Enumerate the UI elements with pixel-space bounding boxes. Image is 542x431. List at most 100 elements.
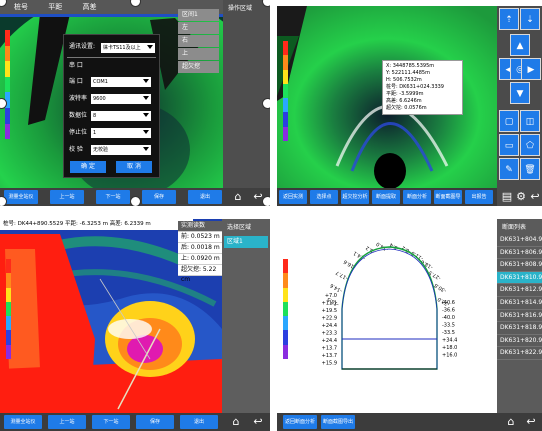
deviation-label: -33.5 xyxy=(442,323,455,329)
comm-settings-dialog: 通讯设置: 徕卡TS11及以上 串 口 端 口 COM1 波特率 9600 数据… xyxy=(63,34,160,178)
region-item-1[interactable]: 区域1 xyxy=(224,236,268,248)
resize-handle[interactable] xyxy=(262,98,270,109)
exit-button[interactable]: 退出 xyxy=(180,415,218,429)
back-arrow-icon[interactable]: ↩ xyxy=(523,414,539,430)
section-list-item[interactable]: DK631+812.9652 xyxy=(497,284,542,297)
height-menu[interactable]: 高差 xyxy=(82,3,96,11)
prev-station-button[interactable]: 上一站 xyxy=(48,415,86,429)
deviation-label: -16.6 xyxy=(343,258,357,270)
parity-label: 校 验 xyxy=(69,146,83,153)
section-list-item[interactable]: DK631+814.9652 xyxy=(497,297,542,310)
stopbits-value: 1 xyxy=(93,130,97,136)
section-list-item[interactable]: DK631+820.9652 xyxy=(497,335,542,348)
arrow-up-icon[interactable]: ▲ xyxy=(510,34,530,56)
port-value: COM1 xyxy=(93,79,108,85)
point-info-popup: X: 3448785.5395m Y: 522111.4485m H: 506.… xyxy=(382,60,463,115)
save-button[interactable]: 保存 xyxy=(142,190,176,204)
export-screenshot-button[interactable]: 断面截图导出 xyxy=(434,190,462,204)
export-screenshot-button[interactable]: 断面截图导出 xyxy=(321,415,355,429)
resize-handle[interactable] xyxy=(130,196,141,206)
color-legend xyxy=(5,30,10,150)
return-measure-button[interactable]: 返回实测 xyxy=(279,190,307,204)
zoom-out-icon[interactable]: ⇣ xyxy=(520,8,540,30)
cube-view-icon[interactable]: ◫ xyxy=(520,110,540,132)
section-list-item[interactable]: DK631+816.9652 xyxy=(497,310,542,323)
info-x: X: 3448785.5395m xyxy=(386,63,435,69)
save-button[interactable]: 保存 xyxy=(136,415,174,429)
chevron-down-icon xyxy=(147,45,153,49)
stopbits-select[interactable]: 1 xyxy=(91,128,151,138)
port-select[interactable]: COM1 xyxy=(91,77,151,87)
trash-icon[interactable]: 🗑 xyxy=(520,158,540,180)
measure-button[interactable]: 测量全站仪 xyxy=(4,415,42,429)
ok-button[interactable]: 确 定 xyxy=(70,161,106,173)
section-list-item[interactable]: DK631+822.9652 xyxy=(497,347,542,360)
distance-menu[interactable]: 平距 xyxy=(48,3,62,11)
color-legend xyxy=(283,41,288,151)
region-item-top[interactable]: 上 xyxy=(178,48,219,60)
deviation-label: +13.7 xyxy=(322,346,337,352)
next-station-button[interactable]: 下一站 xyxy=(92,415,130,429)
info-distance: 平距: -3.5999m xyxy=(386,91,424,97)
section-analysis-button[interactable]: 断面分析 xyxy=(403,190,431,204)
section-list-item[interactable]: DK631+810.9652 xyxy=(497,271,542,285)
operation-side-panel: 操作区域 xyxy=(223,0,270,188)
chevron-down-icon xyxy=(143,96,149,100)
deviation-label: -17.7 xyxy=(335,269,349,281)
report-button[interactable]: 出报告 xyxy=(465,190,493,204)
info-y: Y: 522111.4485m xyxy=(386,70,430,76)
box-select-icon[interactable]: ▢ xyxy=(499,110,519,132)
section-list-item[interactable]: DK631+804.9652 xyxy=(497,234,542,247)
prev-station-button[interactable]: 上一站 xyxy=(50,190,84,204)
return-section-analysis-button[interactable]: 返回断面分析 xyxy=(283,415,317,429)
region-side-panel: 选择区域 区域1 xyxy=(222,219,270,413)
exit-button[interactable]: 退出 xyxy=(188,190,222,204)
baud-select[interactable]: 9600 xyxy=(91,94,151,104)
arrow-down-icon[interactable]: ▼ xyxy=(510,82,530,104)
port-label: 端 口 xyxy=(69,78,83,85)
region-item-overbreak[interactable]: 超欠挖 xyxy=(178,61,219,73)
section-extract-button[interactable]: 断面提取 xyxy=(372,190,400,204)
home-icon[interactable]: ⌂ xyxy=(230,189,246,205)
chevron-down-icon xyxy=(143,147,149,151)
deviation-label: +22.9 xyxy=(322,316,337,322)
polygon-tool-icon[interactable]: ⬠ xyxy=(520,134,540,156)
panel-comm-settings: 桩号 平距 高差 操作区域 区间1 左 右 上 超欠挖 通讯设置: 徕卡TS11… xyxy=(0,0,270,206)
select-point-button[interactable]: 选择点 xyxy=(310,190,338,204)
databits-label: 数据位 xyxy=(69,112,88,119)
section-list-item[interactable]: DK631+818.9652 xyxy=(497,322,542,335)
section-list-item[interactable]: DK631+808.9652 xyxy=(497,259,542,272)
arrow-right-icon[interactable]: ▶ xyxy=(521,58,541,80)
section-list: DK631+804.9652DK631+806.9652DK631+808.96… xyxy=(497,234,542,360)
readings-title: 实测读数 xyxy=(178,221,222,232)
back-arrow-icon[interactable]: ↩ xyxy=(250,414,266,430)
zoom-in-icon[interactable]: ⇡ xyxy=(499,8,519,30)
overbreak-analysis-button[interactable]: 超欠挖分析 xyxy=(341,190,369,204)
back-arrow-icon[interactable]: ↩ xyxy=(527,189,542,205)
readings-box: 实测读数 前: 0.0523 m 后: 0.0018 m 上: 0.0920 m… xyxy=(178,221,222,283)
databits-select[interactable]: 8 xyxy=(91,111,151,121)
region-item-right[interactable]: 右 xyxy=(178,35,219,47)
resize-handle[interactable] xyxy=(0,196,7,206)
side-panel-title: 选择区域 xyxy=(227,224,252,231)
measure-button[interactable]: 测量全站仪 xyxy=(4,190,38,204)
instrument-select[interactable]: 徕卡TS11及以上 xyxy=(101,43,155,53)
rectangle-tool-icon[interactable]: ▭ xyxy=(499,134,519,156)
instrument-select-value: 徕卡TS11及以上 xyxy=(103,45,141,51)
info-chainage: 桩号: DK631+024.3339 xyxy=(386,84,444,90)
resize-handle[interactable] xyxy=(262,196,270,206)
next-station-button[interactable]: 下一站 xyxy=(96,190,130,204)
section-list-item[interactable]: DK631+806.9652 xyxy=(497,247,542,260)
comm-settings-label: 通讯设置: xyxy=(69,43,96,50)
region-item-1[interactable]: 区间1 xyxy=(178,9,219,21)
section-profile-drawing: +7.0+11.1+19.5+22.9+24.4+23.3+24.4+13.7+… xyxy=(322,240,457,370)
cancel-button[interactable]: 取 消 xyxy=(116,161,152,173)
home-icon[interactable]: ⌂ xyxy=(228,414,244,430)
region-item-left[interactable]: 左 xyxy=(178,22,219,34)
parity-select[interactable]: 无校验 xyxy=(91,145,151,155)
deviation-label: +24.4 xyxy=(322,338,337,344)
panel-section-profile: +7.0 +11.1 +19.5 +22.9 +24.4 +23.3 +24.4 +13.7 +… xyxy=(277,219,542,431)
chainage-menu[interactable]: 桩号 xyxy=(14,3,28,11)
home-icon[interactable]: ⌂ xyxy=(503,414,519,430)
pen-tool-icon[interactable]: ✎ xyxy=(499,158,519,180)
